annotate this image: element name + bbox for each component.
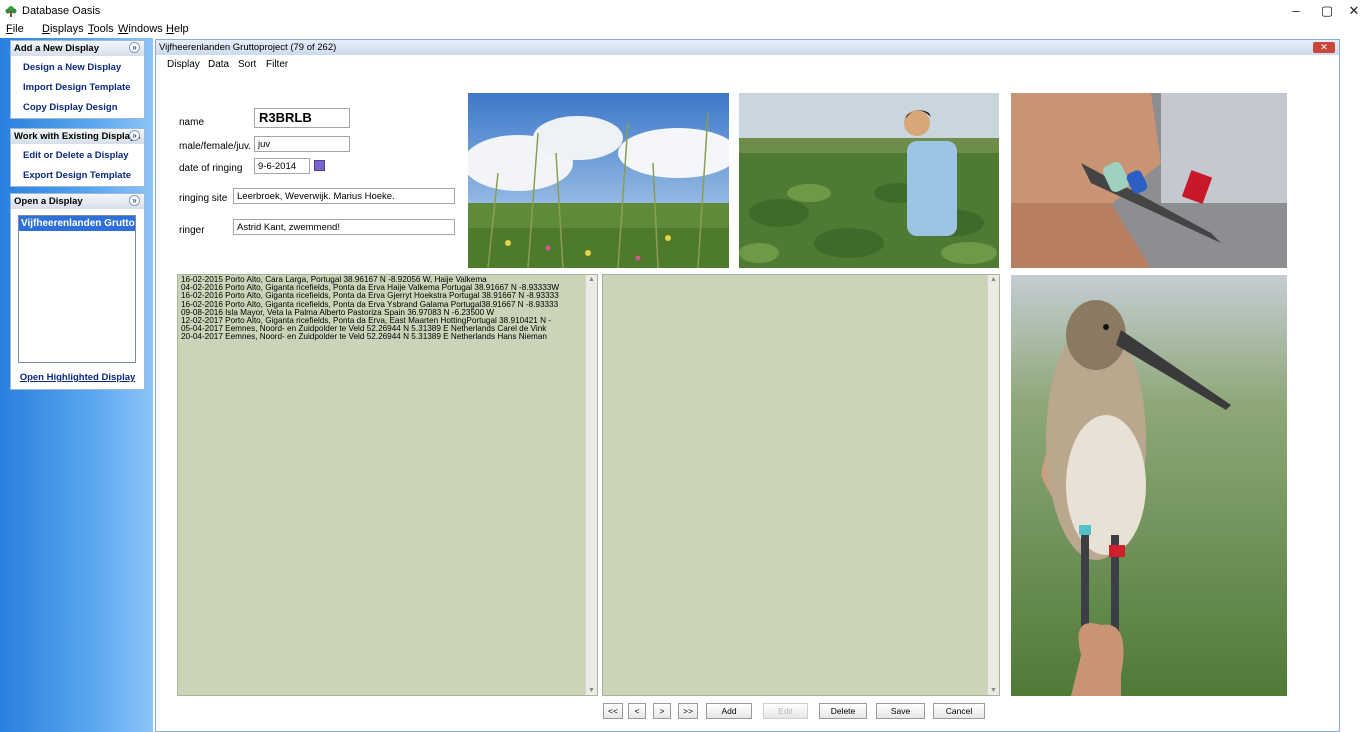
date-of-ringing-label: date of ringing (179, 163, 243, 174)
name-field[interactable]: R3BRLB (254, 108, 350, 128)
first-record-button[interactable]: << (603, 703, 623, 719)
sightings-textarea[interactable]: 16-02-2015 Porto Alto, Cara Larga, Portu… (177, 274, 598, 696)
menu-display[interactable]: Display (167, 59, 200, 70)
design-new-display-link[interactable]: Design a New Display (11, 58, 144, 78)
scroll-down-icon[interactable]: ▼ (990, 687, 997, 694)
menu-sort[interactable]: Sort (238, 59, 256, 70)
previous-record-button[interactable]: < (628, 703, 646, 719)
import-design-template-link[interactable]: Import Design Template (11, 78, 144, 98)
menu-file[interactable]: File (6, 23, 24, 35)
record-line: 05-04-2017 Eemnes, Noord- en Zuidpolder … (181, 325, 547, 334)
photo-ringer-in-water (739, 93, 999, 268)
export-design-template-link[interactable]: Export Design Template (11, 166, 144, 186)
menu-displays[interactable]: Displays (42, 23, 84, 35)
menu-windows[interactable]: Windows (118, 23, 163, 35)
menu-data[interactable]: Data (208, 59, 229, 70)
display-window: Vijfheerenlanden Gruttoproject (79 of 26… (155, 39, 1340, 732)
record-line: 16-02-2015 Porto Alto, Cara Larga, Portu… (181, 276, 487, 284)
add-display-panel: Add a New Display » Design a New Display… (10, 40, 145, 119)
add-display-header[interactable]: Add a New Display » (11, 41, 144, 56)
ringer-field[interactable]: Astrid Kant, zwemmend! (233, 219, 455, 235)
sex-label: male/female/juv. (179, 141, 252, 152)
record-line: 12-02-2017 Porto Alto, Giganta ricefield… (181, 317, 552, 326)
open-display-header[interactable]: Open a Display » (11, 194, 144, 209)
calendar-icon[interactable] (314, 160, 325, 171)
name-label: name (179, 117, 205, 128)
edit-button[interactable]: Edit (763, 703, 808, 719)
display-list-item-selected[interactable]: Vijfheerenlanden Gruttoproject (19, 216, 135, 231)
menu-bar: File Displays Tools Windows Help (0, 22, 1366, 38)
display-menu-bar: Display Data Sort Filter (156, 57, 556, 73)
copy-display-design-link[interactable]: Copy Display Design (11, 98, 144, 118)
delete-button[interactable]: Delete (819, 703, 867, 719)
photo-ring-closeup (1011, 93, 1287, 268)
existing-displays-header[interactable]: Work with Existing Displays » (11, 129, 144, 144)
last-record-button[interactable]: >> (678, 703, 698, 719)
title-bar: Database Oasis – ▢ ✕ (0, 0, 1366, 22)
display-window-title: Vijfheerenlanden Gruttoproject (79 of 26… (159, 42, 337, 53)
date-of-ringing-field[interactable]: 9-6-2014 (254, 158, 310, 174)
notes-scrollbar[interactable]: ▲ ▼ (987, 275, 999, 695)
scroll-down-icon[interactable]: ▼ (588, 687, 595, 694)
minimize-button[interactable]: – (1282, 3, 1310, 19)
save-button[interactable]: Save (876, 703, 925, 719)
ringing-site-label: ringing site (179, 193, 228, 204)
photo-godwit-chick (1011, 275, 1287, 696)
photo-meadow (468, 93, 729, 268)
cancel-button[interactable]: Cancel (933, 703, 985, 719)
record-line: 04-02-2016 Porto Alto, Giganta ricefield… (181, 284, 560, 293)
app-title: Database Oasis (22, 5, 101, 17)
record-line: 16-02-2016 Porto Alto, Giganta ricefield… (181, 300, 559, 309)
notes-textarea[interactable]: ▲ ▼ (602, 274, 1000, 696)
open-display-panel: Open a Display » Vijfheerenlanden Grutto… (10, 193, 145, 390)
open-highlighted-display-button[interactable]: Open Highlighted Display (11, 369, 144, 389)
existing-displays-panel: Work with Existing Displays » Edit or De… (10, 128, 145, 187)
collapse-chevron-icon[interactable]: » (129, 195, 140, 206)
record-line: 20-04-2017 Eemnes, Noord- en Zuidpolder … (181, 333, 547, 342)
app-logo-icon (5, 6, 17, 17)
display-window-titlebar: Vijfheerenlanden Gruttoproject (79 of 26… (156, 40, 1339, 55)
display-list[interactable]: Vijfheerenlanden Gruttoproject (18, 215, 136, 363)
scroll-up-icon[interactable]: ▲ (990, 276, 997, 283)
record-line: 16-02-2016 Porto Alto, Giganta ricefield… (181, 292, 559, 301)
close-button[interactable]: ✕ (1340, 3, 1366, 19)
maximize-button[interactable]: ▢ (1313, 3, 1341, 19)
next-record-button[interactable]: > (653, 703, 671, 719)
sightings-scrollbar[interactable]: ▲ ▼ (585, 275, 597, 695)
edit-delete-display-link[interactable]: Edit or Delete a Display (11, 146, 144, 166)
collapse-chevron-icon[interactable]: » (129, 42, 140, 53)
menu-filter[interactable]: Filter (266, 59, 288, 70)
ringer-label: ringer (179, 225, 205, 236)
ringing-site-field[interactable]: Leerbroek, Weverwijk. Marius Hoeke. (233, 188, 455, 204)
menu-help[interactable]: Help (166, 23, 189, 35)
sex-field[interactable]: juv (254, 136, 350, 152)
menu-tools[interactable]: Tools (88, 23, 114, 35)
add-button[interactable]: Add (706, 703, 752, 719)
display-window-close-button[interactable]: ✕ (1313, 42, 1335, 53)
record-line: 09-08-2016 Isla Mayor, Veta la Palma Alb… (181, 308, 495, 317)
scroll-up-icon[interactable]: ▲ (588, 276, 595, 283)
collapse-chevron-icon[interactable]: » (129, 130, 140, 141)
sidebar: Add a New Display » Design a New Display… (0, 38, 153, 732)
